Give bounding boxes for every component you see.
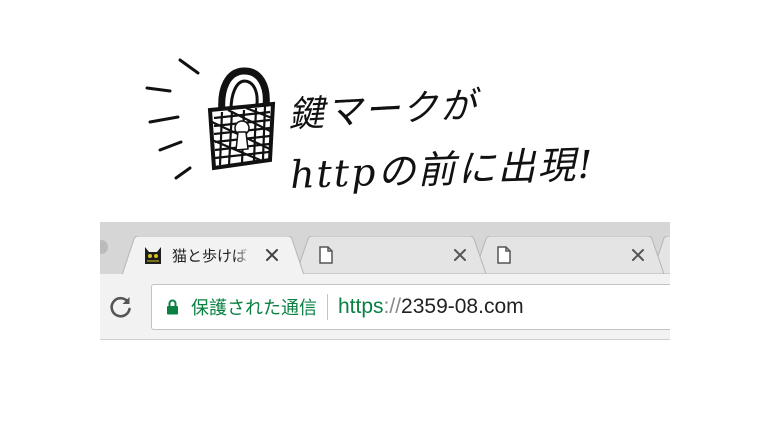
tab-title: 猫と歩けば <box>172 246 248 265</box>
cat-favicon-icon <box>145 247 161 264</box>
url-separator: :// <box>383 295 402 318</box>
reload-icon[interactable] <box>108 294 134 320</box>
illustration: 鍵マークが httpの前に出現! <box>0 0 765 215</box>
window-control-fragment <box>100 240 108 254</box>
url-text[interactable]: https://2359-08.com <box>338 295 524 319</box>
lock-icon[interactable] <box>166 299 179 315</box>
browser-window: 猫と歩けば 保護された通信 https://2359-08.com <box>100 222 670 340</box>
illustration-caption-line1: 鍵マークが <box>287 85 480 136</box>
tab-active[interactable]: 猫と歩けば <box>122 236 304 274</box>
security-label[interactable]: 保護された通信 <box>191 294 317 320</box>
close-icon[interactable] <box>264 247 280 263</box>
url-host: 2359-08.com <box>401 295 524 318</box>
illustration-caption-line2: httpの前に出現! <box>289 142 596 197</box>
tab-strip: 猫と歩けば <box>100 222 670 274</box>
blank-page-icon <box>319 246 333 264</box>
address-bar[interactable]: 保護された通信 https://2359-08.com <box>151 284 670 330</box>
close-icon[interactable] <box>630 247 646 263</box>
tab-2[interactable] <box>296 236 486 274</box>
tab-3[interactable] <box>474 236 664 274</box>
omnibox-divider <box>327 294 328 320</box>
close-icon[interactable] <box>452 247 468 263</box>
toolbar: 保護された通信 https://2359-08.com <box>100 274 670 340</box>
url-scheme: https <box>338 295 384 318</box>
blank-page-icon <box>497 246 511 264</box>
